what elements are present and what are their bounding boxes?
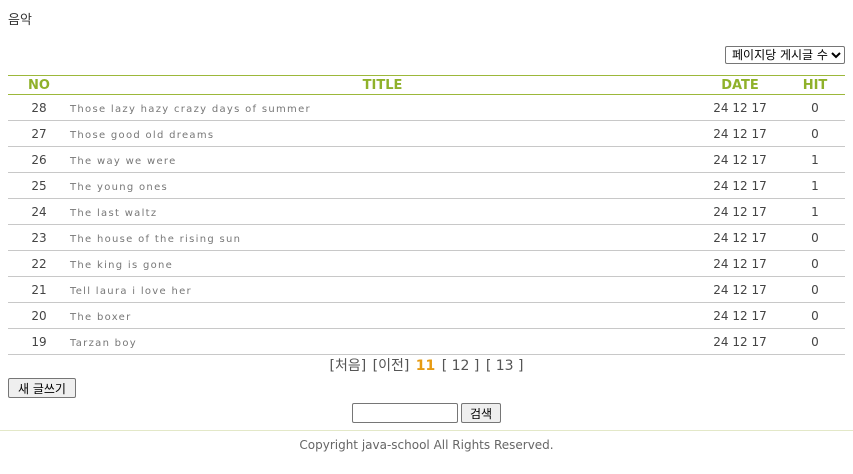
page-current: 11 xyxy=(415,358,436,374)
row-title-link[interactable]: The way we were xyxy=(70,156,177,167)
col-header-no: NO xyxy=(28,77,50,93)
new-post-button[interactable]: 새 글쓰기 xyxy=(8,378,76,398)
row-date: 24 12 17 xyxy=(713,126,767,141)
page-first-link[interactable]: [처음] xyxy=(330,358,367,374)
row-hit: 1 xyxy=(811,204,819,219)
row-title-cell: The boxer xyxy=(70,303,695,329)
row-no: 21 xyxy=(31,282,47,297)
row-title-cell: The king is gone xyxy=(70,251,695,277)
table-row: 26 The way we were 24 12 17 1 xyxy=(8,147,845,173)
post-table: NO TITLE DATE HIT 28 Those lazy hazy craz… xyxy=(8,75,845,355)
row-date: 24 12 17 xyxy=(713,230,767,245)
row-date: 24 12 17 xyxy=(713,178,767,193)
row-title-cell: The last waltz xyxy=(70,199,695,225)
row-no: 24 xyxy=(31,204,47,219)
search-input[interactable] xyxy=(352,403,458,423)
page-prev-link[interactable]: [이전] xyxy=(373,358,410,374)
per-page-select[interactable]: 페이지당 게시글 수 xyxy=(725,46,845,64)
row-no: 19 xyxy=(31,334,47,349)
pagination: [처음] [이전] 11 [ 12 ] [ 13 ] xyxy=(0,355,853,375)
row-no: 28 xyxy=(31,100,47,115)
row-title-cell: The way we were xyxy=(70,147,695,173)
row-title-cell: Tarzan boy xyxy=(70,329,695,355)
row-hit: 0 xyxy=(811,334,819,349)
table-row: 21 Tell laura i love her 24 12 17 0 xyxy=(8,277,845,303)
row-date: 24 12 17 xyxy=(713,308,767,323)
row-hit: 1 xyxy=(811,152,819,167)
table-row: 20 The boxer 24 12 17 0 xyxy=(8,303,845,329)
table-row: 27 Those good old dreams 24 12 17 0 xyxy=(8,121,845,147)
row-title-link[interactable]: The last waltz xyxy=(70,208,157,219)
table-row: 24 The last waltz 24 12 17 1 xyxy=(8,199,845,225)
footer-divider xyxy=(0,430,853,431)
table-row: 23 The house of the rising sun 24 12 17 0 xyxy=(8,225,845,251)
row-date: 24 12 17 xyxy=(713,152,767,167)
table-row: 25 The young ones 24 12 17 1 xyxy=(8,173,845,199)
row-no: 23 xyxy=(31,230,47,245)
page-link-13[interactable]: [ 13 ] xyxy=(486,358,524,374)
row-hit: 0 xyxy=(811,126,819,141)
row-title-link[interactable]: Tarzan boy xyxy=(70,338,137,349)
row-date: 24 12 17 xyxy=(713,282,767,297)
row-title-cell: The young ones xyxy=(70,173,695,199)
row-no: 20 xyxy=(31,308,47,323)
row-title-cell: Those good old dreams xyxy=(70,121,695,147)
row-title-link[interactable]: Tell laura i love her xyxy=(70,286,192,297)
row-title-link[interactable]: The house of the rising sun xyxy=(70,234,241,245)
col-header-hit: HIT xyxy=(802,77,828,93)
row-hit: 0 xyxy=(811,256,819,271)
page: 음악 페이지당 게시글 수 NO TITLE DATE HIT 28 Those … xyxy=(0,0,853,474)
col-header-title: TITLE xyxy=(362,77,403,93)
table-header-row: NO TITLE DATE HIT xyxy=(8,75,845,95)
row-title-link[interactable]: The boxer xyxy=(70,312,132,323)
row-no: 22 xyxy=(31,256,47,271)
row-no: 27 xyxy=(31,126,47,141)
table-row: 22 The king is gone 24 12 17 0 xyxy=(8,251,845,277)
row-title-link[interactable]: Those good old dreams xyxy=(70,130,214,141)
row-title-link[interactable]: Those lazy hazy crazy days of summer xyxy=(70,104,311,115)
row-hit: 0 xyxy=(811,100,819,115)
table-row: 28 Those lazy hazy crazy days of summer 24… xyxy=(8,95,845,121)
row-hit: 0 xyxy=(811,230,819,245)
row-hit: 0 xyxy=(811,282,819,297)
row-date: 24 12 17 xyxy=(713,100,767,115)
row-title-cell: Tell laura i love her xyxy=(70,277,695,303)
row-title-cell: Those lazy hazy crazy days of summer xyxy=(70,95,695,121)
row-hit: 1 xyxy=(811,178,819,193)
footer-copyright: Copyright java-school All Rights Reserve… xyxy=(299,438,554,452)
search-button[interactable]: 검색 xyxy=(461,403,501,423)
row-no: 25 xyxy=(31,178,47,193)
row-title-link[interactable]: The king is gone xyxy=(70,260,173,271)
row-title-cell: The house of the rising sun xyxy=(70,225,695,251)
row-no: 26 xyxy=(31,152,47,167)
row-date: 24 12 17 xyxy=(713,334,767,349)
row-hit: 0 xyxy=(811,308,819,323)
row-title-link[interactable]: The young ones xyxy=(70,182,168,193)
row-date: 24 12 17 xyxy=(713,204,767,219)
table-row: 19 Tarzan boy 24 12 17 0 xyxy=(8,329,845,355)
row-date: 24 12 17 xyxy=(713,256,767,271)
col-header-date: DATE xyxy=(721,77,759,93)
page-link-12[interactable]: [ 12 ] xyxy=(442,358,480,374)
board-title: 음악 xyxy=(8,13,32,28)
